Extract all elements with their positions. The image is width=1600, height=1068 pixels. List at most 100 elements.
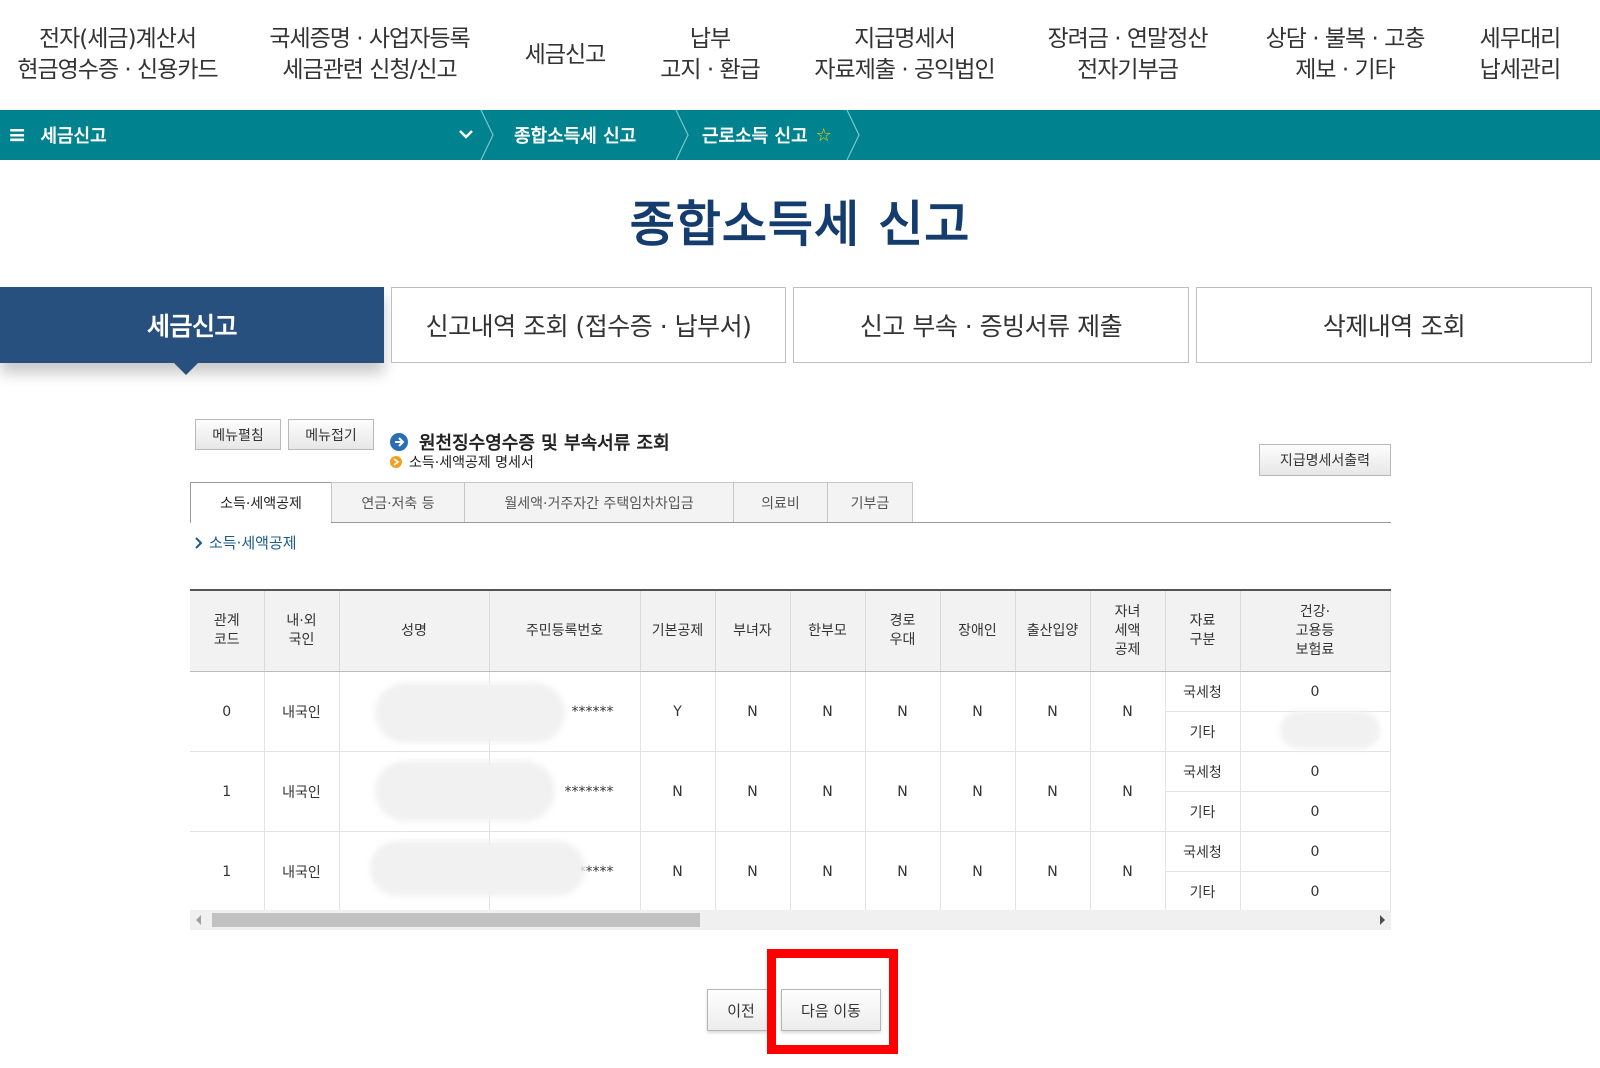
column-header: 기본공제: [640, 591, 716, 672]
lnb-menu-label: 세금신고: [40, 126, 107, 147]
cell-woman: N: [715, 671, 791, 752]
gnb-item-line1: 장려금 · 연말정산: [1047, 26, 1208, 52]
cell-nationality: 내국인: [264, 751, 340, 832]
column-header-line: 세액: [1114, 622, 1141, 639]
subtab-medical[interactable]: 의료비: [733, 482, 828, 522]
column-header-line: 코드: [213, 632, 240, 648]
print-statement-button[interactable]: 지급명세서출력: [1259, 444, 1391, 476]
gnb-item-payment-statement[interactable]: 지급명세서 자료제출 · 공익법인: [812, 0, 997, 110]
table-row: 0 내국인 ****** Y N N N N N N 국세청 0: [190, 671, 1391, 752]
gnb-item-line2: 전자기부금: [1077, 57, 1179, 83]
subtab-monthly-rent[interactable]: 월세액·거주자간 주택임차차입금: [464, 482, 734, 522]
scroll-left-icon[interactable]: [196, 915, 201, 925]
chevron-right-icon: [195, 536, 203, 549]
column-header-line: 출산입양: [1026, 622, 1079, 639]
cell-source-type: 기타: [1165, 791, 1241, 832]
gnb-item-line1: 세무대리: [1479, 26, 1562, 52]
gnb-item-line2: 고지 · 환급: [660, 57, 761, 83]
cell-insurance: 0: [1240, 871, 1391, 912]
chevron-down-icon[interactable]: [456, 124, 476, 144]
column-header-line: 경로: [889, 613, 916, 629]
cell-nationality: 내국인: [264, 671, 340, 752]
column-header-line: 국인: [288, 632, 315, 648]
prev-button[interactable]: 이전: [707, 989, 775, 1031]
column-header-line: 한부모: [808, 622, 847, 639]
column-header: 성명: [339, 591, 490, 672]
column-header: 한부모: [790, 591, 866, 672]
cell-source-type: 국세청: [1165, 671, 1241, 712]
arrow-circle-icon: [390, 433, 408, 451]
column-header-line: 자녀: [1114, 603, 1141, 620]
cell-code: 0: [190, 671, 265, 752]
breadcrumb-separator: [846, 110, 860, 160]
column-header-line: 공제: [1114, 641, 1141, 658]
cell-disabled: N: [940, 751, 1016, 832]
column-header: 자료구분: [1165, 591, 1241, 672]
table-row: 1 내국인 ******* N N N N N N N 국세청 0: [190, 751, 1391, 832]
column-header-line: 부녀자: [733, 622, 772, 639]
breadcrumb-label: 종합소득세 신고: [514, 126, 637, 147]
column-header: 관계 코드: [190, 591, 265, 672]
column-header: 장애인: [940, 591, 1016, 672]
bullet-icon: [390, 456, 402, 468]
section-subtitle: 소득·세액공제 명세서: [389, 452, 534, 472]
horizontal-scrollbar[interactable]: [190, 910, 1391, 930]
gnb-item-line1: 납부: [689, 26, 731, 52]
gnb-item-line1: 세금신고: [524, 41, 607, 68]
highlight-box: [767, 949, 898, 1054]
lnb-menu-toggle[interactable]: ≡ 세금신고: [8, 110, 107, 160]
cell-source-type: 국세청: [1165, 751, 1241, 792]
gnb-item-line1: 전자(세금)계산서: [38, 26, 197, 52]
tab-filing-history[interactable]: 신고내역 조회 (접수증 · 납부서): [391, 287, 786, 363]
column-header: 부녀자: [715, 591, 791, 672]
gnb-item-incentive[interactable]: 장려금 · 연말정산 전자기부금: [1040, 0, 1215, 110]
breadcrumb-separator: [675, 110, 689, 160]
cell-woman: N: [715, 751, 791, 832]
gnb-item-certificate[interactable]: 국세증명 · 사업자등록 세금관련 신청/신고: [262, 0, 477, 110]
tab-tax-filing[interactable]: 세금신고: [0, 287, 384, 363]
cell-basic: Y: [640, 671, 716, 752]
column-header: 주민등록번호: [489, 591, 641, 672]
star-icon[interactable]: ☆: [816, 125, 832, 146]
cell-birth-adopt: N: [1015, 831, 1091, 912]
cell-birth-adopt: N: [1015, 671, 1091, 752]
cell-child-credit: N: [1090, 671, 1166, 752]
gnb-item-line2: 납세관리: [1479, 57, 1562, 83]
cell-elderly: N: [865, 831, 941, 912]
sub-tab-bar: 소득·세액공제 연금·저축 등 월세액·거주자간 주택임차차입금 의료비 기부금: [190, 482, 1391, 523]
scroll-right-icon[interactable]: [1380, 915, 1385, 925]
cell-source-type: 국세청: [1165, 831, 1241, 872]
breadcrumb-item-income-tax[interactable]: 종합소득세 신고: [514, 110, 636, 160]
tab-deleted-history[interactable]: 삭제내역 조회: [1196, 287, 1592, 363]
column-header-line: 자료: [1189, 613, 1216, 629]
column-header: 건강· 고용등 보험료: [1240, 591, 1391, 672]
gnb-item-consultation[interactable]: 상담 · 불복 · 고충 제보 · 기타: [1255, 0, 1435, 110]
gnb-item-tax-filing[interactable]: 세금신고: [520, 0, 610, 110]
column-header-line: 장애인: [958, 622, 997, 639]
column-header: 자녀세액공제: [1090, 591, 1166, 672]
gnb-item-line2: 제보 · 기타: [1295, 57, 1396, 83]
page-title: 종합소득세 신고: [629, 196, 971, 253]
menu-collapse-button[interactable]: 메뉴접기: [288, 419, 374, 450]
cell-nationality: 내국인: [264, 831, 340, 912]
breadcrumb-item-earned-income[interactable]: 근로소득 신고 ☆: [702, 110, 832, 160]
subtab-donation[interactable]: 기부금: [827, 482, 913, 522]
gnb-item-payment[interactable]: 납부 고지 · 환급: [655, 0, 765, 110]
cell-insurance: 0: [1240, 671, 1391, 712]
cell-child-credit: N: [1090, 751, 1166, 832]
scrollbar-thumb[interactable]: [212, 913, 700, 927]
menu-expand-button[interactable]: 메뉴펼침: [195, 419, 281, 450]
subtab-deductions[interactable]: 소득·세액공제: [190, 482, 332, 523]
column-header-line: 구분: [1189, 632, 1216, 648]
column-header-line: 건강·: [1299, 603, 1331, 620]
cell-source-type: 기타: [1165, 871, 1241, 912]
gnb-item-tax-agent[interactable]: 세무대리 납세관리: [1470, 0, 1570, 110]
cell-elderly: N: [865, 751, 941, 832]
cell-single-parent: N: [790, 751, 866, 832]
gnb-item-e-invoice[interactable]: 전자(세금)계산서 현금영수증 · 신용카드: [15, 0, 220, 110]
column-header-line: 고용등: [1295, 622, 1335, 639]
cell-child-credit: N: [1090, 831, 1166, 912]
subtab-pension-savings[interactable]: 연금·저축 등: [331, 482, 465, 522]
cell-insurance: 0: [1240, 751, 1391, 792]
tab-attachments[interactable]: 신고 부속 · 증빙서류 제출: [793, 287, 1189, 363]
